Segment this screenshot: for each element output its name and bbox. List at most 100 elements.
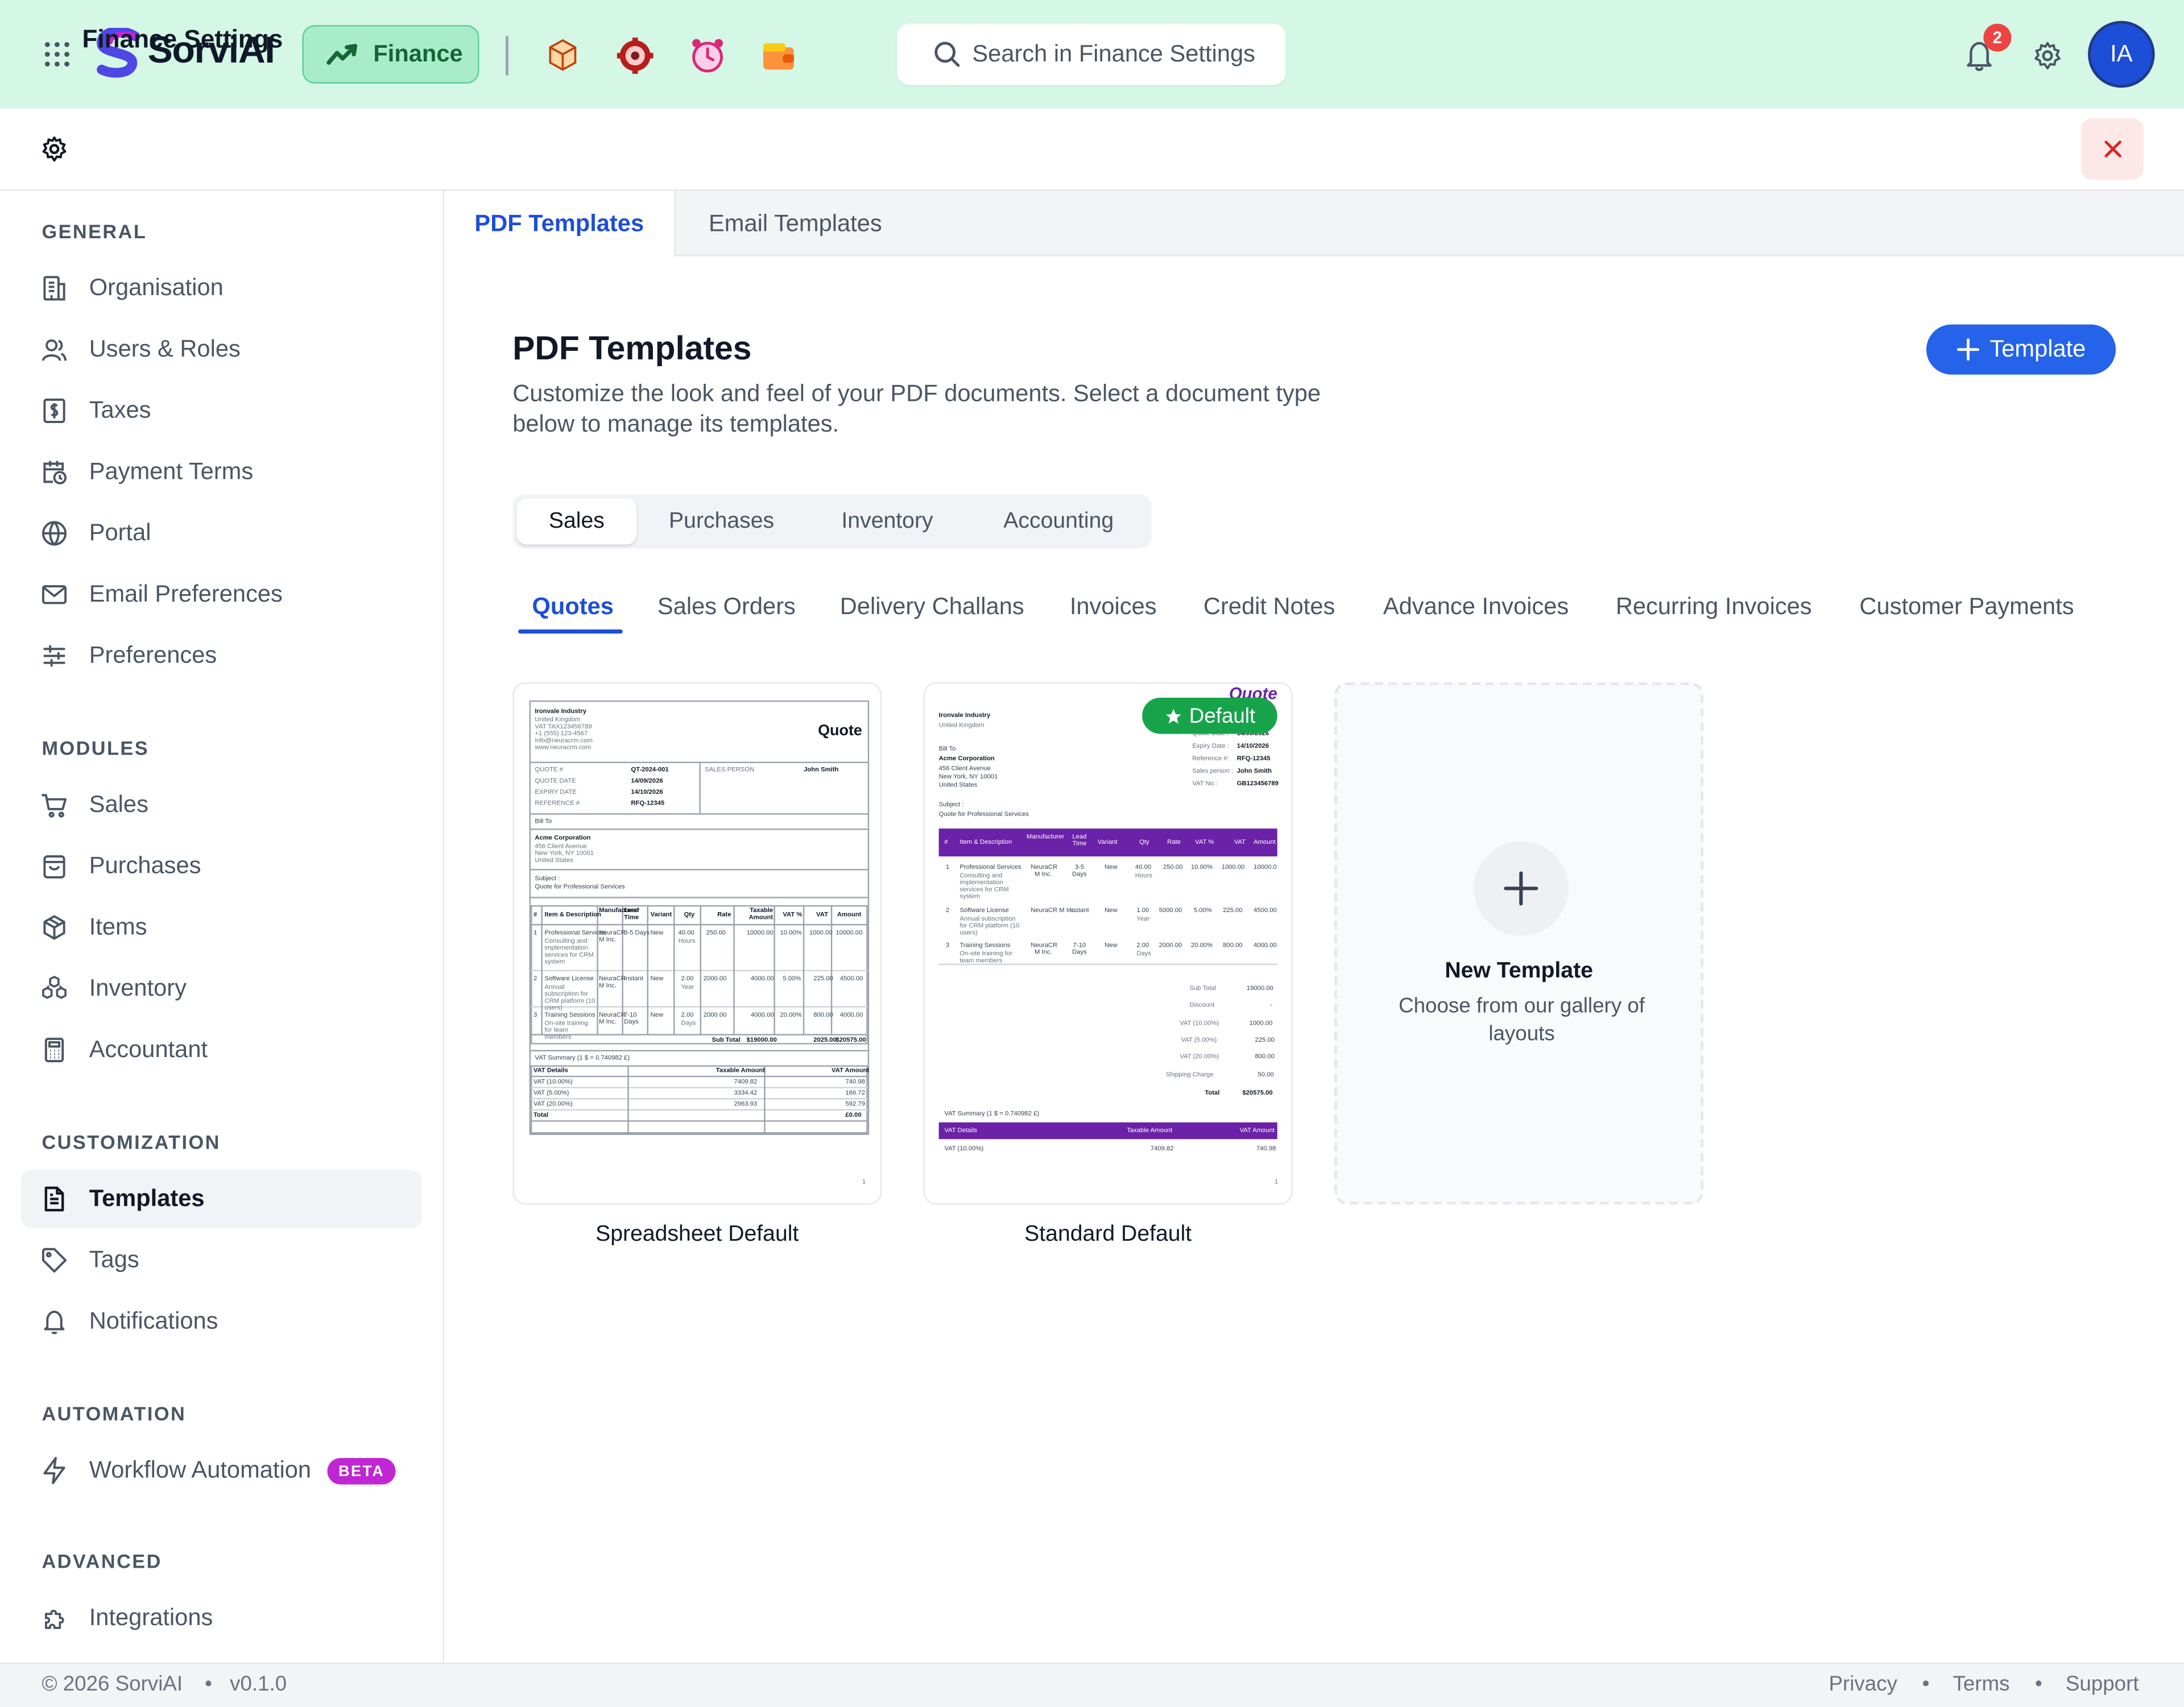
thumb-cell: NeuraCR M Inc. xyxy=(599,975,626,989)
sidebar-item-portal[interactable]: Portal xyxy=(21,504,422,563)
close-settings-button[interactable] xyxy=(2080,118,2144,180)
doc-tab-customer-payments[interactable]: Customer Payments xyxy=(1859,593,2074,621)
tools-gear-app-icon[interactable] xyxy=(614,35,656,76)
sidebar-item-taxes[interactable]: Taxes xyxy=(21,382,422,440)
thumb-cell: Training Sessions xyxy=(544,1010,595,1018)
thumb-cust-line: United States xyxy=(938,781,978,789)
add-template-button[interactable]: Template xyxy=(1926,324,2116,375)
sidebar-item-organisation[interactable]: Organisation xyxy=(21,259,422,318)
thumb-cell-unit: Days xyxy=(681,1019,696,1026)
footer-link-support[interactable]: Support xyxy=(2066,1672,2139,1696)
sidebar-item-templates[interactable]: Templates xyxy=(20,1170,423,1229)
beta-badge: BETA xyxy=(327,1458,396,1485)
thumb-cell: 4000.00 xyxy=(751,1010,774,1018)
user-avatar[interactable]: IA xyxy=(2088,20,2155,88)
category-purchases[interactable]: Purchases xyxy=(643,499,799,545)
thumb-cell: 3 xyxy=(945,941,950,948)
footer-link-terms[interactable]: Terms xyxy=(1953,1672,2009,1696)
sidebar-item-users-roles[interactable]: Users & Roles xyxy=(21,320,422,379)
sidebar-item-payment-terms[interactable]: Payment Terms xyxy=(21,443,422,502)
sidebar-item-inventory[interactable]: Inventory xyxy=(21,959,422,1018)
thumb-vat-cell: 740.98 xyxy=(845,1078,865,1085)
settings-sidebar: GENERAL Organisation Users & Roles Taxes… xyxy=(0,190,445,1663)
thumb-cell: 3-5 Days xyxy=(624,929,650,936)
gear-icon[interactable] xyxy=(2031,39,2065,73)
doc-tab-advance-invoices[interactable]: Advance Invoices xyxy=(1383,593,1569,621)
sidebar-item-preferences[interactable]: Preferences xyxy=(21,627,422,685)
search-box[interactable] xyxy=(897,23,1286,85)
sidebar-item-tags[interactable]: Tags xyxy=(21,1231,422,1290)
thumb-col-header: # xyxy=(533,910,537,918)
thumb-subject-label: Subject : xyxy=(535,874,560,882)
thumb-cell-note: Consulting and implementation services f… xyxy=(959,872,1009,900)
thumb-col-header: Qty xyxy=(1139,838,1149,846)
wallet-app-icon[interactable] xyxy=(758,36,799,76)
sidebar-item-purchases[interactable]: Purchases xyxy=(21,837,422,896)
category-accounting[interactable]: Accounting xyxy=(975,499,1142,545)
sidebar-item-items[interactable]: Items xyxy=(21,898,422,957)
thumb-col-header: Item & Description xyxy=(544,910,601,918)
doc-tab-delivery-challans[interactable]: Delivery Challans xyxy=(840,593,1024,621)
sidebar-item-workflow-automation[interactable]: Workflow Automation BETA xyxy=(21,1441,422,1500)
thumb-cell: 40.00 xyxy=(1135,863,1152,871)
sidebar-item-notifications[interactable]: Notifications xyxy=(21,1292,422,1351)
thumb-subject: Quote for Professional Services xyxy=(938,810,1029,818)
boxes-icon xyxy=(40,975,68,1002)
thumb-cell: 2000.00 xyxy=(703,975,727,982)
thumb-cell: 10000.0 xyxy=(1254,863,1277,871)
thumb-cust-line: 456 Client Avenue xyxy=(938,764,991,772)
thumb-col-header: Manufacturer xyxy=(1026,832,1065,840)
sidebar-item-sales[interactable]: Sales xyxy=(21,776,422,834)
thumb-cell: 4500.00 xyxy=(839,975,863,982)
template-card-standard-default[interactable]: Quote Ironvale Industry United Kingdom B… xyxy=(923,682,1293,1205)
sidebar-item-label: Users & Roles xyxy=(89,335,241,362)
alarm-clock-app-icon[interactable] xyxy=(686,35,728,76)
category-sales[interactable]: Sales xyxy=(516,498,637,545)
thumb-cell: 4000.00 xyxy=(1254,941,1277,948)
new-template-plus-circle xyxy=(1474,841,1569,936)
section-title-general: GENERAL xyxy=(42,219,147,243)
doc-tab-quotes[interactable]: Quotes xyxy=(532,593,614,621)
thumb-cell-unit: Year xyxy=(1136,914,1150,922)
footer-version: v0.1.0 xyxy=(230,1672,287,1696)
doc-tab-credit-notes[interactable]: Credit Notes xyxy=(1203,593,1335,621)
thumb-meta-label: EXPIRY DATE xyxy=(535,788,577,796)
thumb-col-header: Qty xyxy=(684,910,695,918)
thumb-address-line: United Kingdom xyxy=(938,721,985,728)
footer-link-privacy[interactable]: Privacy xyxy=(1829,1672,1897,1696)
tab-email-templates[interactable]: Email Templates xyxy=(676,191,915,256)
doc-tab-sales-orders[interactable]: Sales Orders xyxy=(657,593,796,621)
doc-tab-recurring-invoices[interactable]: Recurring Invoices xyxy=(1616,593,1812,621)
template-card-spreadsheet-default[interactable]: Ironvale Industry United Kingdom VAT TAX… xyxy=(512,682,882,1205)
thumb-cell: 4000.00 xyxy=(839,1010,863,1018)
sidebar-item-accountant[interactable]: Accountant xyxy=(21,1021,422,1079)
thumb-cell: 2000.00 xyxy=(1159,941,1182,948)
tab-pdf-templates[interactable]: PDF Templates xyxy=(444,190,676,256)
thumb-subtotal: $19000.00 xyxy=(746,1036,777,1043)
thumb-cell: 20.00% xyxy=(1190,941,1213,948)
thumb-vat-header: Taxable Amount xyxy=(1127,1126,1173,1134)
thumb-vat-cell: VAT (20.00%) xyxy=(533,1100,573,1107)
doc-tab-invoices[interactable]: Invoices xyxy=(1070,593,1157,621)
thumb-total-value: 1000.00 xyxy=(1249,1019,1273,1026)
thumb-bill-to: Bill To xyxy=(535,817,552,825)
search-input[interactable] xyxy=(972,40,1279,69)
category-inventory[interactable]: Inventory xyxy=(816,499,958,545)
tax-receipt-icon xyxy=(40,397,68,425)
finance-module-button[interactable]: Finance xyxy=(302,25,479,84)
new-template-card[interactable]: New Template Choose from our gallery of … xyxy=(1334,682,1704,1205)
sidebar-item-email-preferences[interactable]: Email Preferences xyxy=(21,565,422,624)
lightning-icon xyxy=(40,1457,68,1485)
sidebar-item-integrations[interactable]: Integrations xyxy=(21,1589,422,1647)
thumb-cell: New xyxy=(650,929,664,936)
package-app-icon[interactable] xyxy=(543,35,582,74)
thumb-cell: New xyxy=(1105,863,1118,871)
thumb-cell: Software License xyxy=(959,906,1009,914)
thumb-cell: 4000.00 xyxy=(751,975,774,982)
page-description: Customize the look and feel of your PDF … xyxy=(512,380,1321,437)
search-icon xyxy=(933,40,961,68)
settings-title: Finance Settings xyxy=(82,25,283,53)
thumb-cell: 2.00 xyxy=(681,1010,694,1018)
apps-grid-icon[interactable] xyxy=(40,38,74,71)
thumb-col-header: Rate xyxy=(717,910,731,918)
